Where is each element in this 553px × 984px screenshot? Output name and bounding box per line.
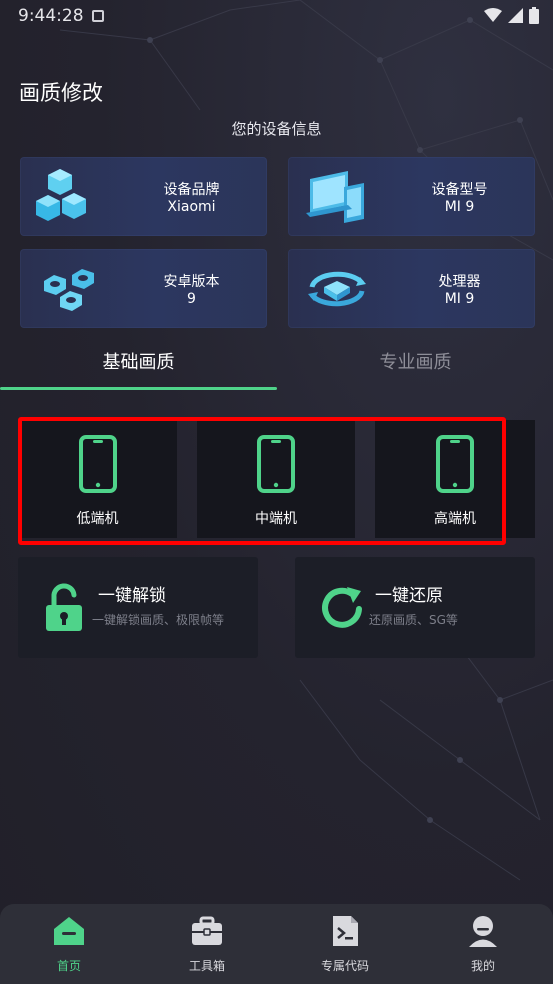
mid-range-device-button[interactable]: 中端机: [197, 420, 355, 538]
low-end-device-button[interactable]: 低端机: [18, 420, 177, 538]
unlock-icon: [46, 583, 82, 631]
nav-exclusive-code[interactable]: 专属代码: [276, 904, 414, 984]
nav-toolbox-label: 工具箱: [188, 959, 225, 973]
status-time: 9:44:28: [18, 6, 84, 26]
restore-subtitle: 还原画质、SG等: [369, 613, 458, 627]
nav-home[interactable]: 首页: [0, 904, 138, 984]
phone-icon: [78, 435, 117, 493]
app-screen: 9:44:28 画质修改 您的设备信息 设备品牌 Xiaomi 设备型号 MI …: [0, 0, 553, 984]
tab-basic-quality[interactable]: 基础画质: [0, 348, 277, 374]
device-model-label: 设备型号: [431, 182, 488, 198]
mid-range-label: 中端机: [255, 511, 297, 527]
processor-icon: [308, 271, 366, 307]
nav-exclusive-code-label: 专属代码: [320, 959, 369, 973]
one-click-restore-button[interactable]: 一键还原 还原画质、SG等: [295, 557, 535, 658]
device-model-card: 设备型号 MI 9: [288, 157, 535, 236]
nav-profile-label: 我的: [470, 959, 495, 973]
status-icons: [484, 7, 539, 24]
device-brand-label: 设备品牌: [163, 182, 220, 198]
device-info-title: 您的设备信息: [231, 120, 322, 138]
processor-value: MI 9: [444, 291, 475, 307]
quality-tabs: 基础画质 专业画质: [0, 336, 553, 392]
cubes-icon: [36, 169, 86, 221]
code-file-icon: [333, 916, 358, 946]
notification-icon: [92, 10, 104, 22]
nav-home-label: 首页: [56, 959, 81, 973]
phone-icon: [257, 435, 295, 493]
toolbox-icon: [192, 916, 222, 945]
wifi-icon: [484, 8, 502, 22]
battery-icon: [529, 7, 539, 24]
high-end-label: 高端机: [434, 511, 476, 527]
unlock-title: 一键解锁: [98, 586, 166, 606]
page-title: 画质修改: [19, 81, 103, 105]
processor-card: 处理器 MI 9: [288, 249, 535, 328]
active-tab-indicator: [0, 387, 277, 390]
status-bar: 9:44:28: [0, 0, 553, 32]
unlock-subtitle: 一键解锁画质、极限帧等: [92, 613, 225, 627]
bottom-nav: 首页 工具箱 专属代码 我的: [0, 904, 553, 984]
android-version-value: 9: [187, 291, 196, 307]
nav-profile[interactable]: 我的: [414, 904, 552, 984]
phone-icon: [436, 435, 474, 493]
home-icon: [54, 917, 84, 945]
android-version-card: 安卓版本 9: [20, 249, 267, 328]
user-icon: [469, 916, 497, 947]
devices-icon: [306, 171, 364, 223]
device-brand-card: 设备品牌 Xiaomi: [20, 157, 267, 236]
restore-title: 一键还原: [375, 586, 443, 606]
android-version-label: 安卓版本: [163, 274, 220, 290]
nuts-icon: [44, 269, 94, 311]
low-end-label: 低端机: [76, 511, 119, 527]
signal-icon: [508, 8, 523, 23]
refresh-icon: [322, 587, 362, 628]
device-model-value: MI 9: [444, 199, 475, 215]
processor-label: 处理器: [438, 274, 481, 290]
nav-toolbox[interactable]: 工具箱: [138, 904, 276, 984]
high-end-device-button[interactable]: 高端机: [375, 420, 535, 538]
device-level-row: 低端机 中端机 高端机: [18, 420, 535, 540]
one-click-unlock-button[interactable]: 一键解锁 一键解锁画质、极限帧等: [18, 557, 258, 658]
tab-pro-quality[interactable]: 专业画质: [277, 348, 553, 374]
device-brand-value: Xiaomi: [167, 199, 216, 215]
